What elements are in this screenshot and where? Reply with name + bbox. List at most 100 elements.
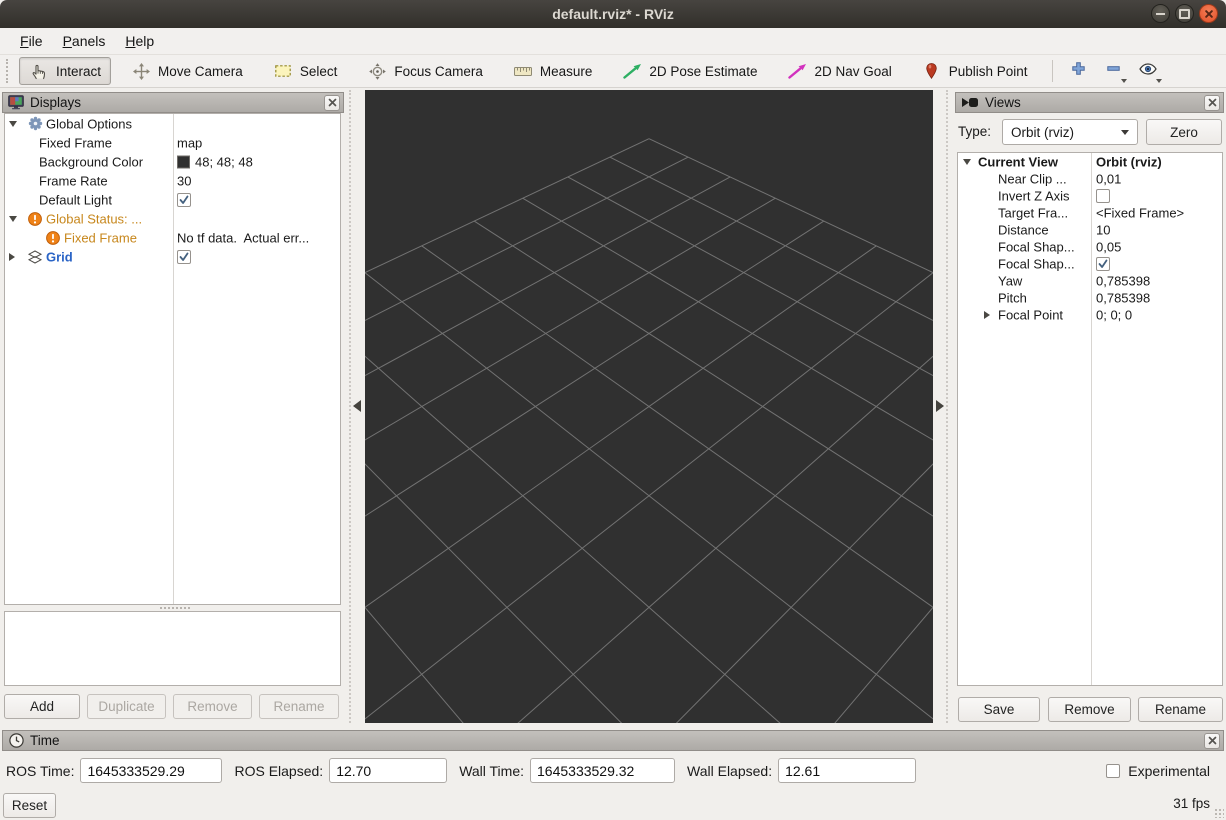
nav-goal-arrow-icon — [787, 62, 807, 80]
views-tree-value-text: Orbit (rviz) — [1096, 154, 1162, 169]
tool-interact[interactable]: Interact — [19, 57, 112, 85]
views-tree-row[interactable]: Pitch 0,785398 — [958, 289, 1222, 306]
ros-elapsed-input[interactable] — [329, 758, 448, 783]
menu-item-help[interactable]: Help — [115, 30, 164, 52]
tool-label: Measure — [539, 63, 593, 79]
toolbar-drag-handle[interactable] — [6, 59, 11, 83]
menu-item-file[interactable]: File — [10, 30, 53, 52]
view-type-label: Type: — [958, 124, 992, 139]
add-button[interactable]: Add — [4, 694, 80, 719]
time-field: ROS Time: — [6, 758, 223, 783]
views-tree-row[interactable]: Near Clip ... 0,01 — [958, 170, 1222, 187]
window-resize-grip[interactable] — [1214, 808, 1224, 818]
tool-properties-eye-icon — [1139, 62, 1157, 80]
minimize-icon — [1156, 12, 1165, 15]
duplicate-button: Duplicate — [87, 694, 166, 719]
displays-tree-row[interactable]: Frame Rate 30 — [5, 171, 340, 190]
views-tree-row[interactable]: Focal Shap... 0,05 — [958, 238, 1222, 255]
views-tree-row[interactable]: Target Fra... <Fixed Frame> — [958, 204, 1222, 221]
warning-icon — [45, 230, 61, 246]
views-tree: Current View Orbit (rviz) Near Clip ... 0,0… — [957, 152, 1223, 686]
rename-button[interactable]: Rename — [1138, 697, 1223, 722]
displays-tree-row[interactable]: Default Light — [5, 190, 340, 209]
collapse-right-panel-arrow[interactable] — [936, 400, 944, 412]
views-tree-value-text: <Fixed Frame> — [1096, 205, 1185, 220]
reset-button[interactable]: Reset — [3, 793, 56, 818]
toolbar: Interact Move Camera Select Focus Camera Mea… — [0, 55, 1226, 88]
tool-2d-pose-estimate[interactable]: 2D Pose Estimate — [612, 57, 767, 85]
right-splitter[interactable] — [946, 90, 948, 723]
collapse-arrow-icon[interactable] — [963, 158, 971, 165]
tool-label: Select — [299, 63, 338, 79]
views-tree-row[interactable]: Focal Point 0; 0; 0 — [958, 306, 1222, 323]
views-tree-name: Current View — [978, 154, 1058, 169]
tool-focus-camera[interactable]: Focus Camera — [357, 57, 493, 85]
time-close-button[interactable] — [1204, 732, 1220, 749]
views-tree-name: Yaw — [998, 273, 1023, 288]
zero-button[interactable]: Zero — [1146, 119, 1222, 145]
views-tree-value: <Fixed Frame> — [1096, 205, 1184, 220]
tool-select[interactable]: Select — [263, 57, 348, 85]
window-close-button[interactable] — [1199, 4, 1218, 23]
render-viewport-3d[interactable] — [80, 90, 1218, 820]
window-minimize-button[interactable] — [1151, 4, 1170, 23]
views-tree-value-text: 10 — [1096, 222, 1111, 237]
close-icon — [328, 95, 337, 110]
views-tree-row[interactable]: Distance 10 — [958, 221, 1222, 238]
displays-tree-row[interactable]: Fixed Frame No tf data. Actual err... — [5, 228, 340, 247]
expand-arrow-icon[interactable] — [9, 252, 15, 261]
displays-tree-row[interactable]: Background Color 48; 48; 48 — [5, 152, 340, 171]
grid-checkbox[interactable] — [177, 249, 191, 264]
displays-tree-value — [177, 192, 191, 207]
tool-label: Move Camera — [158, 63, 243, 79]
tool-properties-eye-button[interactable] — [1135, 59, 1162, 84]
displays-tree-row[interactable]: Global Status: ... — [5, 209, 340, 228]
displays-tree-value: No tf data. Actual err... — [177, 230, 309, 245]
expand-arrow-icon[interactable] — [984, 310, 990, 319]
views-close-button[interactable] — [1204, 94, 1220, 111]
invert-z-axis-checkbox[interactable] — [1096, 188, 1110, 203]
focal-shap-checkbox[interactable] — [1096, 256, 1110, 271]
experimental-group: Experimental — [1106, 760, 1210, 782]
views-tree-row[interactable]: Focal Shap... — [958, 255, 1222, 272]
tool-2d-nav-goal[interactable]: 2D Nav Goal — [777, 57, 901, 85]
toolbar-separator — [1051, 60, 1053, 82]
view-type-dropdown[interactable]: Orbit (rviz) — [1002, 119, 1138, 145]
color-swatch — [177, 155, 190, 168]
views-tree-name: Focal Point — [998, 307, 1064, 322]
wall-elapsed-input[interactable] — [778, 758, 917, 783]
displays-tree-row[interactable]: Fixed Frame map — [5, 133, 340, 152]
menu-item-panels[interactable]: Panels — [53, 30, 116, 52]
save-button[interactable]: Save — [958, 697, 1040, 722]
tool-move-camera[interactable]: Move Camera — [121, 57, 253, 85]
left-splitter[interactable] — [349, 90, 351, 723]
close-icon — [1208, 733, 1217, 748]
add-tool-plus-button[interactable] — [1065, 59, 1092, 84]
rename-button: Rename — [259, 694, 339, 719]
experimental-checkbox[interactable] — [1106, 764, 1121, 778]
collapse-arrow-icon[interactable] — [9, 215, 17, 222]
measure-ruler-icon — [513, 62, 533, 80]
tool-label: 2D Nav Goal — [814, 63, 892, 79]
displays-close-button[interactable] — [324, 94, 340, 111]
displays-tree-row[interactable]: Global Options — [5, 114, 340, 133]
experimental-label: Experimental — [1128, 763, 1210, 779]
remove-tool-minus-button[interactable] — [1100, 59, 1127, 84]
tool-publish-point[interactable]: Publish Point — [912, 57, 1038, 85]
displays-panel-header: Displays — [2, 92, 344, 113]
displays-splitter-handle[interactable] — [160, 607, 190, 609]
views-tree-row[interactable]: Invert Z Axis — [958, 187, 1222, 204]
tool-measure[interactable]: Measure — [503, 57, 603, 85]
video-camera-icon — [961, 94, 979, 112]
displays-tree-row[interactable]: Grid — [5, 247, 340, 266]
remove-button[interactable]: Remove — [1048, 697, 1131, 722]
window-maximize-button[interactable] — [1175, 4, 1194, 23]
views-tree-row[interactable]: Current View Orbit (rviz) — [958, 153, 1222, 170]
wall-time-input[interactable] — [530, 758, 676, 783]
views-tree-name: Distance — [998, 222, 1049, 237]
collapse-arrow-icon[interactable] — [9, 120, 17, 127]
views-tree-row[interactable]: Yaw 0,785398 — [958, 272, 1222, 289]
ros-time-input[interactable] — [80, 758, 223, 783]
collapse-left-panel-arrow[interactable] — [353, 400, 361, 412]
default-light-checkbox[interactable] — [177, 192, 191, 207]
